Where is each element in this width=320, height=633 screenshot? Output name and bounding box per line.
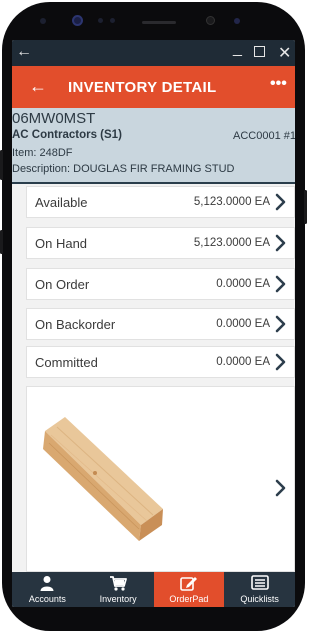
row-value: 0.0000 EA — [216, 278, 270, 290]
front-camera — [72, 15, 83, 26]
sensor-dot — [98, 18, 103, 23]
item-number: Item: 248DF — [12, 147, 73, 159]
item-description: Description: DOUGLAS FIR FRAMING STUD — [12, 163, 235, 175]
app-header: ← INVENTORY DETAIL ••• — [12, 66, 295, 108]
row-on-backorder[interactable]: On Backorder 0.0000 EA — [26, 308, 295, 340]
row-on-hand[interactable]: On Hand 5,123.0000 EA — [26, 227, 295, 259]
nav-inventory[interactable]: Inventory — [83, 572, 154, 607]
item-code: 06MW0MST — [12, 110, 96, 127]
chevron-right-icon — [275, 479, 286, 497]
more-options-icon[interactable]: ••• — [270, 75, 287, 93]
nav-label: Accounts — [28, 594, 66, 604]
chevron-right-icon — [275, 275, 286, 293]
header-divider — [12, 182, 295, 184]
nav-accounts[interactable]: Accounts — [12, 572, 83, 607]
app-screen: ← _ ✕ ← INVENTORY DETAIL ••• 06MW0MST AC… — [12, 40, 295, 607]
row-label: On Backorder — [35, 317, 116, 332]
phone-top-bezel — [2, 2, 305, 42]
row-available[interactable]: Available 5,123.0000 EA — [26, 186, 295, 218]
list-icon — [250, 575, 269, 590]
window-bar: ← _ ✕ — [12, 40, 295, 66]
window-back-icon[interactable]: ← — [16, 43, 32, 61]
row-value: 5,123.0000 EA — [193, 237, 270, 249]
row-label: On Hand — [35, 236, 88, 251]
row-value: 0.0000 EA — [216, 356, 270, 368]
page-title: INVENTORY DETAIL — [68, 79, 217, 96]
item-header: 06MW0MST AC Contractors (S1) ACC0001 #1 … — [12, 108, 295, 182]
chevron-right-icon — [275, 234, 286, 252]
bottom-nav: Accounts Inventory OrderPad Quicklists — [12, 572, 295, 607]
cart-icon — [110, 576, 128, 591]
nav-orderpad[interactable]: OrderPad — [153, 572, 225, 607]
item-image-card[interactable] — [26, 386, 295, 572]
minimize-icon[interactable]: _ — [233, 40, 242, 58]
row-label: Committed — [35, 355, 98, 370]
row-label: Available — [35, 195, 88, 210]
row-committed[interactable]: Committed 0.0000 EA — [26, 346, 295, 378]
row-value: 5,123.0000 EA — [193, 196, 270, 208]
row-value: 0.0000 EA — [216, 318, 270, 330]
volume-button — [0, 150, 3, 180]
row-label: On Order — [35, 277, 90, 292]
bixby-button — [0, 230, 3, 254]
maximize-icon[interactable] — [254, 46, 265, 57]
customer-name: AC Contractors (S1) — [12, 129, 122, 141]
nav-label: Quicklists — [240, 594, 279, 604]
chevron-right-icon — [275, 315, 286, 333]
nav-quicklists[interactable]: Quicklists — [224, 572, 295, 607]
power-button — [304, 190, 307, 224]
nav-label: Inventory — [99, 594, 137, 604]
close-icon[interactable]: ✕ — [278, 43, 291, 63]
lumber-photo — [35, 413, 173, 561]
sensor-dot — [110, 18, 115, 23]
account-number: ACC0001 #1 — [233, 130, 295, 142]
sensor-dot — [234, 18, 240, 24]
edit-icon — [180, 577, 197, 591]
row-on-order[interactable]: On Order 0.0000 EA — [26, 268, 295, 300]
speaker-grille — [142, 21, 176, 24]
chevron-right-icon — [275, 353, 286, 371]
person-icon — [40, 576, 54, 591]
phone-frame: ← _ ✕ ← INVENTORY DETAIL ••• 06MW0MST AC… — [2, 2, 305, 631]
nav-label: OrderPad — [169, 594, 209, 604]
sensor-dot — [40, 18, 46, 24]
chevron-right-icon — [275, 193, 286, 211]
back-arrow-icon[interactable]: ← — [29, 76, 47, 97]
iris-camera — [206, 16, 215, 25]
